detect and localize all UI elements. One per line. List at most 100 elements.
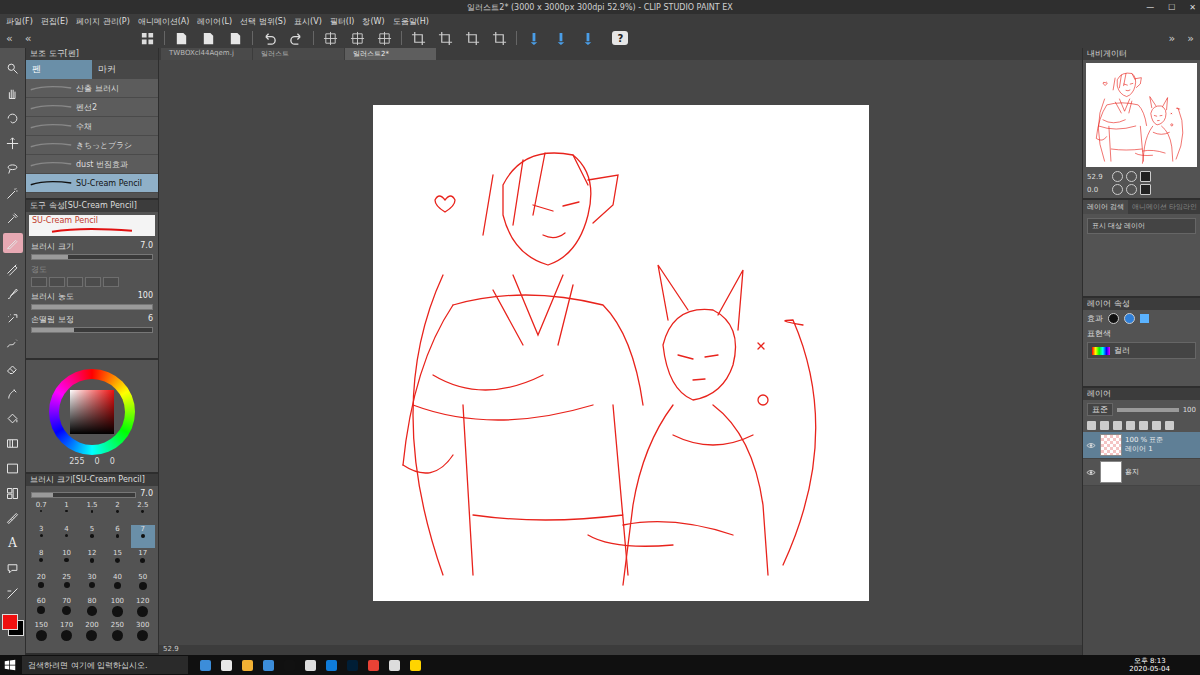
- opacity-slider[interactable]: [1117, 408, 1179, 412]
- tool-button[interactable]: [3, 58, 23, 78]
- saturation-square[interactable]: [70, 390, 114, 434]
- menu-item[interactable]: 레이어(L): [197, 16, 232, 27]
- rotate-button[interactable]: [1112, 184, 1123, 195]
- layer-tool-button[interactable]: [1165, 421, 1174, 430]
- app-icon[interactable]: [347, 660, 358, 671]
- menu-item[interactable]: 창(W): [362, 16, 384, 27]
- brush-size-preset[interactable]: 6: [105, 525, 129, 548]
- brush-size-slider[interactable]: [31, 492, 136, 498]
- layer-tool-button[interactable]: [1100, 421, 1109, 430]
- undo-icon[interactable]: [259, 30, 280, 47]
- tool-button[interactable]: [3, 283, 23, 303]
- ruler-icon[interactable]: [550, 30, 571, 47]
- sub-tool-tab[interactable]: 펜: [26, 60, 92, 79]
- layer-tool-button[interactable]: [1126, 421, 1135, 430]
- brush-size-preset[interactable]: 15: [105, 549, 129, 572]
- ruler-icon[interactable]: [577, 30, 598, 47]
- hardness-boxes[interactable]: [31, 277, 153, 287]
- app-icon[interactable]: [284, 660, 295, 671]
- layer-row[interactable]: 용지: [1083, 459, 1200, 486]
- tool-button[interactable]: [3, 258, 23, 278]
- brush-size-preset[interactable]: 70: [54, 597, 78, 620]
- target-dropdown[interactable]: 표시 대상 레이어: [1087, 218, 1196, 234]
- layer-tool-button[interactable]: [1087, 421, 1096, 430]
- tool-button[interactable]: [3, 108, 23, 128]
- color-mode-dropdown[interactable]: 컬러: [1087, 342, 1196, 359]
- hardness-box[interactable]: [85, 277, 101, 287]
- zoom-button[interactable]: [1112, 171, 1123, 182]
- rotate-button[interactable]: [1126, 184, 1137, 195]
- app-icon[interactable]: [389, 660, 400, 671]
- brush-item[interactable]: SU-Cream Pencil: [26, 174, 158, 193]
- brush-size-preset[interactable]: 250: [105, 621, 129, 644]
- save-icon[interactable]: [225, 30, 246, 47]
- new-icon[interactable]: [171, 30, 192, 47]
- brush-size-preset[interactable]: 200: [80, 621, 104, 644]
- tool-button[interactable]: [3, 133, 23, 153]
- tool-button[interactable]: A: [3, 533, 23, 553]
- layer-tool-button[interactable]: [1152, 421, 1161, 430]
- property-slider[interactable]: [31, 327, 153, 333]
- brush-size-preset[interactable]: 150: [29, 621, 53, 644]
- app-icon[interactable]: [200, 660, 211, 671]
- fit-button[interactable]: [1140, 171, 1151, 182]
- app-icon[interactable]: [368, 660, 379, 671]
- tool-button[interactable]: [3, 308, 23, 328]
- app-icon[interactable]: [326, 660, 337, 671]
- redo-icon[interactable]: [286, 30, 307, 47]
- sub-tool-tab[interactable]: 마커: [92, 60, 158, 79]
- hardness-box[interactable]: [49, 277, 65, 287]
- tool-button[interactable]: [3, 233, 23, 253]
- menu-item[interactable]: 표시(V): [294, 16, 322, 27]
- tool-button[interactable]: [3, 333, 23, 353]
- brush-size-preset[interactable]: 60: [29, 597, 53, 620]
- brush-size-preset[interactable]: 50: [131, 573, 155, 596]
- brush-size-preset[interactable]: 2.5: [131, 501, 155, 524]
- crop-icon[interactable]: [489, 30, 510, 47]
- app-icon[interactable]: [221, 660, 232, 671]
- app-icon[interactable]: [305, 660, 316, 671]
- menu-item[interactable]: 도움말(H): [393, 16, 429, 27]
- brush-size-preset[interactable]: 7: [131, 525, 155, 548]
- tool-button[interactable]: [3, 558, 23, 578]
- brush-size-preset[interactable]: 1.5: [80, 501, 104, 524]
- grid-icon[interactable]: [137, 30, 158, 47]
- brush-size-preset[interactable]: 25: [54, 573, 78, 596]
- brush-size-preset[interactable]: 3: [29, 525, 53, 548]
- brush-item[interactable]: きちっとブラシ: [26, 136, 158, 155]
- brush-size-preset[interactable]: 17: [131, 549, 155, 572]
- navigator-zoom[interactable]: 52.9: [1087, 173, 1109, 181]
- menu-item[interactable]: 선택 범위(S): [240, 16, 286, 27]
- brush-item[interactable]: 수채: [26, 117, 158, 136]
- property-slider[interactable]: [31, 254, 153, 260]
- brush-size-preset[interactable]: 30: [80, 573, 104, 596]
- brush-item[interactable]: dust 번짐효과: [26, 155, 158, 174]
- app-icon[interactable]: [242, 660, 253, 671]
- snap-icon[interactable]: [347, 30, 368, 47]
- ruler-icon[interactable]: [523, 30, 544, 47]
- crop-icon[interactable]: [408, 30, 429, 47]
- visibility-toggle[interactable]: [1085, 469, 1097, 476]
- effect-icon[interactable]: [1140, 314, 1149, 323]
- panel-tab[interactable]: 레이어 검색: [1083, 200, 1128, 214]
- tool-button[interactable]: [3, 483, 23, 503]
- menu-item[interactable]: 페이지 관리(P): [76, 16, 130, 27]
- hardness-box[interactable]: [31, 277, 47, 287]
- tool-button[interactable]: [3, 383, 23, 403]
- layer-row[interactable]: 100 % 표준 레이어 1: [1083, 432, 1200, 459]
- canvas-tab[interactable]: 일러스트: [253, 48, 344, 60]
- main-color[interactable]: [2, 614, 18, 630]
- tool-button[interactable]: [3, 583, 23, 603]
- tool-button[interactable]: [3, 358, 23, 378]
- color-swatches[interactable]: [2, 614, 24, 636]
- menu-item[interactable]: 편집(E): [41, 16, 68, 27]
- blend-mode[interactable]: 표준: [1087, 403, 1113, 416]
- open-icon[interactable]: [198, 30, 219, 47]
- windows-start-icon[interactable]: [4, 659, 16, 671]
- hardness-box[interactable]: [103, 277, 119, 287]
- app-icon[interactable]: [263, 660, 274, 671]
- window-control-button[interactable]: —: [1146, 3, 1154, 12]
- brush-size-preset[interactable]: 40: [105, 573, 129, 596]
- tool-button[interactable]: [3, 508, 23, 528]
- collapse-button[interactable]: «: [25, 32, 32, 45]
